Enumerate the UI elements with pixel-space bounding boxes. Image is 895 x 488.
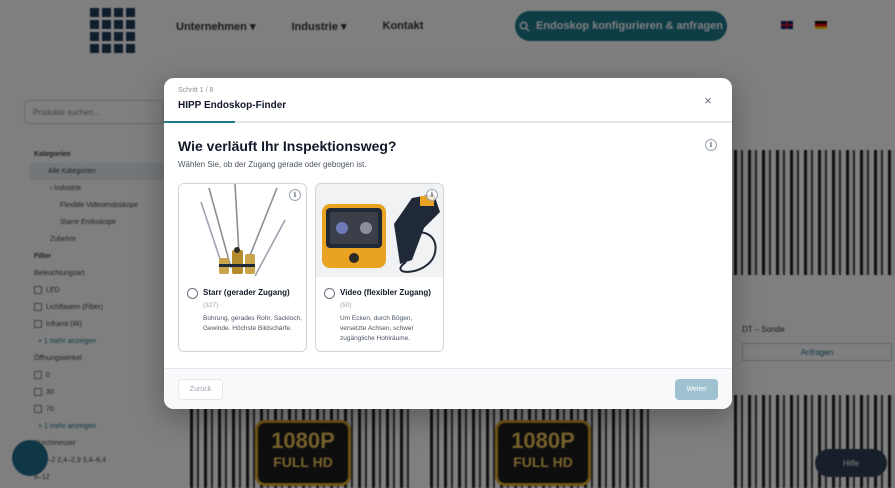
info-icon[interactable]: i [289, 189, 301, 201]
option-title: Starr (gerader Zugang) [203, 288, 290, 297]
info-icon[interactable]: i [426, 189, 438, 201]
close-icon[interactable]: × [702, 94, 714, 107]
dialog-footer: Zurück Weiter [164, 368, 732, 409]
endoscope-finder-dialog: Schritt 1 / 8 HIPP Endoskop-Finder × Wie… [164, 78, 732, 409]
video-endoscope-image [316, 184, 443, 277]
option-radio[interactable] [187, 288, 198, 299]
step-indicator: Schritt 1 / 8 [178, 87, 214, 94]
question-title: Wie verläuft Ihr Inspektionsweg? [178, 138, 397, 154]
info-icon[interactable]: i [705, 139, 717, 151]
question-subtitle: Wählen Sie, ob der Zugang gerade oder ge… [178, 160, 367, 169]
option-radio[interactable] [324, 288, 335, 299]
dialog-title: HIPP Endoskop-Finder [178, 100, 287, 111]
rigid-endoscope-image [179, 184, 306, 277]
option-count: (50) [340, 302, 352, 309]
option-description: Bohrung, gerades Rohr, Sackloch, Gewinde… [203, 315, 303, 332]
progress-bar [164, 121, 732, 123]
option-card-video[interactable]: i Video (flexibler Zugang) (50) Um Ecken… [315, 183, 444, 352]
next-button[interactable]: Weiter [675, 379, 718, 400]
option-count: (327) [203, 302, 219, 309]
option-card-rigid[interactable]: i Starr (gerader Zugang) (327) Bohrung, … [178, 183, 307, 352]
option-title: Video (flexibler Zugang) [340, 288, 431, 297]
progress-bar-fill [164, 121, 235, 123]
option-description: Um Ecken, durch Bögen, versetzte Achsen,… [340, 315, 414, 342]
back-button[interactable]: Zurück [178, 379, 223, 400]
